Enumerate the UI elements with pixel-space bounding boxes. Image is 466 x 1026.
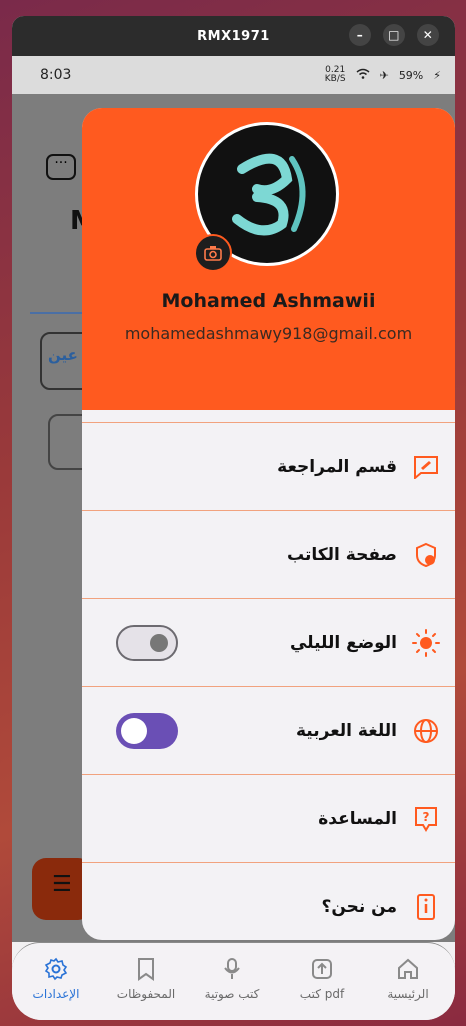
menu-item-label: المساعدة xyxy=(318,809,397,829)
menu-item-review[interactable]: قسم المراجعة xyxy=(82,422,455,511)
globe-icon xyxy=(411,716,441,746)
drawer-header: Mohamed Ashmawii mohamedashmawy918@gmail… xyxy=(82,108,455,410)
close-button[interactable]: ✕ xyxy=(417,24,439,46)
night-mode-toggle[interactable] xyxy=(116,625,178,661)
background-divider xyxy=(30,312,90,314)
user-email: mohamedashmawy918@gmail.com xyxy=(124,324,413,343)
home-icon xyxy=(398,958,418,979)
menu-item-night-mode: الوضع الليلي xyxy=(82,598,455,687)
menu-item-writer-page[interactable]: صفحة الكاتب xyxy=(82,510,455,599)
info-icon xyxy=(411,892,441,922)
nav-label: كتب صوتية xyxy=(204,987,260,1001)
menu-item-label: صفحة الكاتب xyxy=(286,545,397,565)
help-icon: ? xyxy=(411,804,441,834)
review-edit-icon xyxy=(411,452,441,482)
status-bar: 8:03 0.21 KB/S ✈ 59% ⚡ xyxy=(12,56,455,94)
microphone-icon xyxy=(224,958,240,979)
writer-shield-icon xyxy=(411,540,441,570)
menu-item-help[interactable]: المساعدة ? xyxy=(82,774,455,863)
nav-label: الإعدادات xyxy=(32,987,80,1001)
gear-icon xyxy=(44,957,68,981)
airplane-icon: ✈ xyxy=(379,68,389,82)
nav-pdf-books[interactable]: كتب pdf xyxy=(282,949,362,1015)
minimize-button[interactable]: – xyxy=(349,24,371,46)
arabic-language-toggle[interactable] xyxy=(116,713,178,749)
window-titlebar: RMX1971 – □ ✕ xyxy=(12,16,455,56)
user-name: Mohamed Ashmawii xyxy=(161,290,376,312)
toggle-knob xyxy=(121,718,147,744)
menu-item-label: اللغة العربية xyxy=(296,721,397,741)
maximize-button[interactable]: □ xyxy=(383,24,405,46)
menu-item-label: قسم المراجعة xyxy=(277,457,397,477)
nav-label: المحفوظات xyxy=(116,987,176,1001)
svg-text:?: ? xyxy=(423,810,430,824)
bookmark-icon xyxy=(138,958,154,981)
menu-item-label: الوضع الليلي xyxy=(289,633,397,653)
nav-saved[interactable]: المحفوظات xyxy=(106,949,186,1015)
sun-icon xyxy=(411,628,441,658)
status-time: 8:03 xyxy=(40,67,72,83)
app-logo-icon xyxy=(232,153,306,236)
app-window: RMX1971 – □ ✕ 8:03 0.21 KB/S ✈ 59% ⚡ ···… xyxy=(12,16,455,1020)
chat-icon[interactable]: ··· xyxy=(46,154,76,180)
toggle-knob xyxy=(150,634,168,652)
window-title: RMX1971 xyxy=(197,28,270,44)
nav-home[interactable]: الرئيسية xyxy=(368,949,448,1015)
status-icons: 0.21 KB/S ✈ 59% ⚡ xyxy=(325,66,441,84)
navigation-drawer: Mohamed Ashmawii mohamedashmawy918@gmail… xyxy=(82,108,455,940)
bottom-navigation: الإعدادات المحفوظات كتب صوتية كتب pdf ال… xyxy=(12,942,455,1020)
network-speed: 0.21 KB/S xyxy=(324,65,346,84)
nav-label: الرئيسية xyxy=(387,987,429,1001)
battery-level: 59% xyxy=(398,68,424,82)
wifi-icon xyxy=(356,68,370,83)
menu-item-arabic-language: اللغة العربية xyxy=(82,686,455,775)
menu-item-label: من نحن؟ xyxy=(321,897,397,917)
nav-label: كتب pdf xyxy=(299,987,345,1001)
upload-icon xyxy=(312,959,332,979)
camera-icon[interactable] xyxy=(194,234,232,272)
menu-item-about[interactable]: من نحن؟ xyxy=(82,862,455,940)
nav-audiobooks[interactable]: كتب صوتية xyxy=(192,949,272,1015)
nav-settings[interactable]: الإعدادات xyxy=(16,949,96,1015)
charging-icon: ⚡ xyxy=(433,68,441,82)
